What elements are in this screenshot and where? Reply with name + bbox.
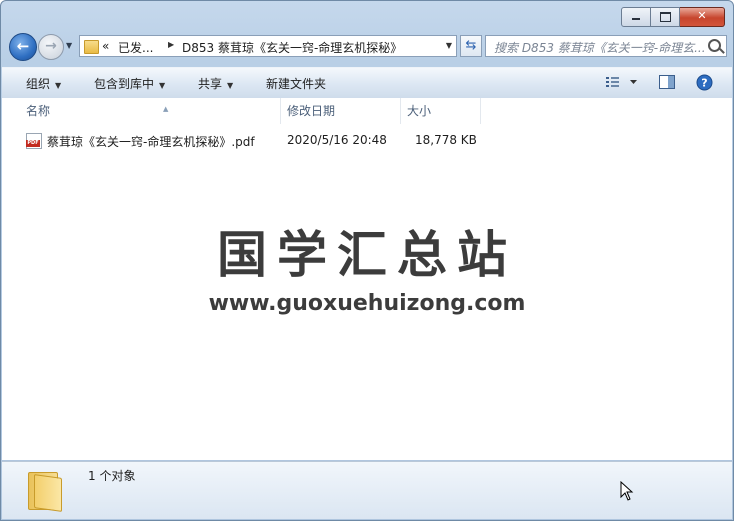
arrow-left-icon: ← <box>16 37 30 55</box>
chevron-down-icon: ▼ <box>227 81 234 90</box>
explorer-window: ✕ ← → ▼ « 已发... ▶ D853 蔡茸琼《玄关一窍-命理玄机探秘》 … <box>0 0 734 521</box>
close-icon: ✕ <box>697 9 707 22</box>
details-pane: 1 个对象 <box>2 461 732 519</box>
column-header-date-modified[interactable]: 修改日期 <box>281 98 401 124</box>
command-bar: 组织 ▼ 包含到库中 ▼ 共享 ▼ 新建文件夹 ? <box>2 67 732 99</box>
breadcrumb-overflow[interactable]: « <box>102 39 109 53</box>
watermark-url: www.guoxuehuizong.com <box>208 291 526 316</box>
navigation-bar: ← → ▼ « 已发... ▶ D853 蔡茸琼《玄关一窍-命理玄机探秘》 ▼ … <box>9 33 727 61</box>
folder-icon <box>84 40 99 54</box>
search-icon[interactable] <box>708 39 721 52</box>
preview-pane-icon <box>659 75 675 89</box>
organize-label: 组织 <box>26 77 51 91</box>
file-list: 名称 ▲ 修改日期 大小 PDF 蔡茸琼《玄关一窍-命理玄机探秘》.pdf 20… <box>2 98 732 460</box>
share-label: 共享 <box>198 77 223 91</box>
column-header-size[interactable]: 大小 <box>401 98 481 124</box>
chevron-down-icon: ▼ <box>159 81 166 90</box>
watermark-title: 国学汇总站 <box>217 226 517 284</box>
chevron-down-icon: ▼ <box>55 81 62 90</box>
preview-pane-button[interactable] <box>658 74 676 93</box>
address-bar[interactable]: « 已发... ▶ D853 蔡茸琼《玄关一窍-命理玄机探秘》 ▼ <box>79 35 457 57</box>
search-box[interactable]: 搜索 D853 蔡茸琼《玄关一窍-命理玄... <box>485 35 727 57</box>
organize-button[interactable]: 组织 ▼ <box>26 75 61 92</box>
maximize-icon <box>660 12 671 22</box>
arrow-right-icon: → <box>45 38 57 54</box>
folder-icon <box>28 468 62 512</box>
change-view-button[interactable] <box>605 74 639 93</box>
search-input[interactable]: 搜索 D853 蔡茸琼《玄关一窍-命理玄... <box>494 39 706 56</box>
recent-pages-dropdown-icon[interactable]: ▼ <box>66 41 72 50</box>
mouse-cursor-icon <box>620 481 634 501</box>
svg-text:?: ? <box>701 77 707 90</box>
refresh-button[interactable]: ⇆ <box>460 35 482 57</box>
minimize-button[interactable] <box>621 7 651 27</box>
file-name: 蔡茸琼《玄关一窍-命理玄机探秘》.pdf <box>47 135 255 149</box>
view-list-icon <box>606 77 637 87</box>
column-header-name[interactable]: 名称 ▲ <box>20 98 281 124</box>
new-folder-button[interactable]: 新建文件夹 <box>266 75 326 92</box>
file-row[interactable]: PDF 蔡茸琼《玄关一窍-命理玄机探秘》.pdf 2020/5/16 20:48… <box>22 130 492 152</box>
help-icon: ? <box>696 74 713 91</box>
include-in-library-label: 包含到库中 <box>94 77 155 91</box>
pdf-file-icon: PDF <box>26 133 42 149</box>
minimize-icon <box>632 18 640 20</box>
share-button[interactable]: 共享 ▼ <box>198 75 233 92</box>
breadcrumb-chevron-icon[interactable]: ▶ <box>168 40 174 49</box>
maximize-button[interactable] <box>651 7 680 27</box>
watermark: 国学汇总站 www.guoxuehuizong.com <box>2 215 732 316</box>
file-date-modified: 2020/5/16 20:48 <box>287 133 387 147</box>
close-button[interactable]: ✕ <box>680 7 725 27</box>
breadcrumb-item-published[interactable]: 已发... <box>118 39 153 56</box>
column-header-name-label: 名称 <box>26 104 51 118</box>
item-count: 1 个对象 <box>88 469 136 483</box>
help-button[interactable]: ? <box>696 74 713 94</box>
include-in-library-button[interactable]: 包含到库中 ▼ <box>94 75 165 92</box>
address-dropdown-icon[interactable]: ▼ <box>446 41 452 50</box>
refresh-icon: ⇆ <box>465 38 477 53</box>
back-button[interactable]: ← <box>9 33 37 61</box>
forward-button[interactable]: → <box>38 34 64 60</box>
file-size: 18,778 KB <box>415 133 477 147</box>
sort-ascending-icon: ▲ <box>163 105 169 113</box>
caption-buttons: ✕ <box>621 7 725 27</box>
breadcrumb-item-current[interactable]: D853 蔡茸琼《玄关一窍-命理玄机探秘》 <box>182 39 402 56</box>
